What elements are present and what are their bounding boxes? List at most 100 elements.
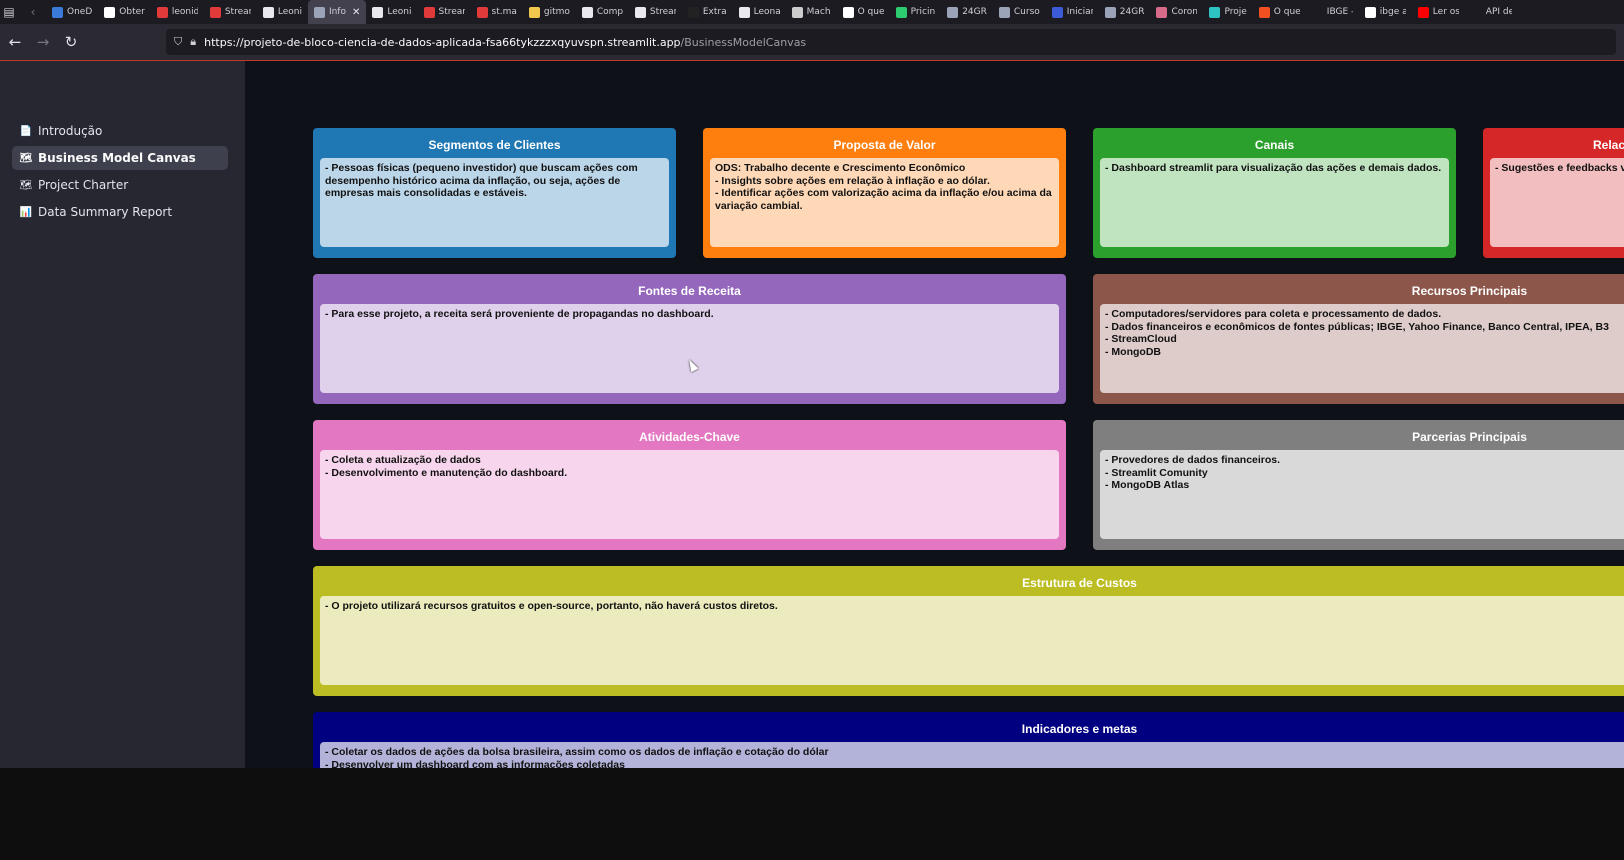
- streamlit-icon: [476, 6, 488, 18]
- block-item: - Sugestões e feedbacks via e: [1495, 162, 1624, 174]
- tab-title: Extra: [702, 7, 727, 17]
- lock-icon[interactable]: 🔒︎: [190, 35, 196, 49]
- tab-title: Iniciar: [1066, 7, 1093, 17]
- streamlit-icon: [423, 6, 435, 18]
- tab-title: IBGE - API: [1326, 7, 1353, 17]
- browser-tab[interactable]: Extra: [682, 0, 733, 24]
- browser-tab[interactable]: ibge a: [1359, 0, 1412, 24]
- browser-tab[interactable]: Proje: [1203, 0, 1252, 24]
- reload-icon[interactable]: ↻: [58, 29, 84, 55]
- tab-title: O que: [857, 7, 884, 17]
- tab-title: ibge a: [1379, 7, 1406, 17]
- canvas-block-atividades-chave: Atividades-Chave - Coleta e atualização …: [313, 420, 1066, 550]
- block-title: Segmentos de Clientes: [428, 138, 561, 152]
- browser-tab[interactable]: Leoni: [257, 0, 308, 24]
- browser-tab[interactable]: IBGE - API: [1306, 0, 1359, 24]
- browser-tab[interactable]: Curso: [993, 0, 1046, 24]
- canvas-block-estrutura-custos: Estrutura de Custos - O projeto utilizar…: [313, 566, 1624, 696]
- circle-icon: [1156, 6, 1168, 18]
- block-title: Recursos Principais: [1411, 284, 1528, 298]
- browser-tab[interactable]: Ler os: [1412, 0, 1465, 24]
- canvas-block-segmentos-clientes: Segmentos de Clientes - Pessoas físicas …: [313, 128, 676, 258]
- tab-title: Stream: [438, 7, 465, 17]
- browser-tab[interactable]: 24GR: [1099, 0, 1151, 24]
- block-item: - Dashboard streamlit para visualização …: [1105, 162, 1442, 174]
- tab-title: OneD: [67, 7, 93, 17]
- browser-tab[interactable]: st.ma: [471, 0, 523, 24]
- browser-tab[interactable]: Coron: [1150, 0, 1203, 24]
- url-text[interactable]: https://projeto-de-bloco-ciencia-de-dado…: [204, 36, 806, 49]
- forward-arrow-icon[interactable]: →: [30, 29, 56, 55]
- none: [1311, 6, 1323, 18]
- tab-title: Leoni: [387, 7, 412, 17]
- block-content: - Coleta e atualização de dados - Desenvo…: [320, 450, 1059, 539]
- browser-tab[interactable]: OneD: [46, 0, 98, 24]
- browser-tab[interactable]: gitmo: [523, 0, 576, 24]
- tab-title: Proje: [1224, 7, 1247, 17]
- tab-title: Ler os: [1432, 7, 1459, 17]
- block-item: - Computadores/servidores para coleta e …: [1105, 308, 1442, 320]
- google-icon: [1364, 6, 1376, 18]
- address-bar[interactable]: ⛉ 🔒︎ https://projeto-de-bloco-ciencia-de…: [166, 29, 1616, 55]
- sidebar-item-data-summary-report[interactable]: 📊 Data Summary Report: [12, 200, 228, 224]
- tab-title: API de: [1485, 7, 1512, 17]
- browser-tab[interactable]: Iniciar: [1046, 0, 1099, 24]
- sidebar-item-business-model-canvas[interactable]: 🗺 Business Model Canvas: [12, 146, 228, 170]
- streamlit-icon: [156, 6, 168, 18]
- sidebar-nav: 📄 Introdução 🗺 Business Model Canvas 🗺 P…: [12, 119, 228, 227]
- block-item: - O projeto utilizará recursos gratuitos…: [325, 600, 778, 612]
- block-content: - Coletar os dados de ações da bolsa bra…: [320, 742, 1624, 768]
- tab-list-icon[interactable]: ▤: [0, 0, 18, 24]
- mk-icon: [791, 6, 803, 18]
- app-icon: [104, 6, 116, 18]
- canvas-block-parcerias-principais: Parcerias Principais - Provedores de dad…: [1093, 420, 1624, 550]
- sidebar-item-label: Data Summary Report: [38, 205, 173, 219]
- onedrive-icon: [52, 6, 63, 18]
- block-title: Canais: [1254, 138, 1295, 152]
- browser-tab[interactable]: Leoni: [366, 0, 417, 24]
- block-item: - Insights sobre ações em relação à infl…: [715, 174, 990, 187]
- globe-icon: [1104, 6, 1116, 18]
- close-tab-icon[interactable]: ✕: [352, 7, 360, 18]
- github-icon: [738, 6, 750, 18]
- browser-tab[interactable]: leonid: [151, 0, 204, 24]
- tab-title: Info: [328, 7, 346, 17]
- tab-title: Leoni: [277, 7, 302, 17]
- tab-title: 24GR: [962, 7, 987, 17]
- browser-tab[interactable]: API de: [1465, 0, 1518, 24]
- sidebar-item-label: Business Model Canvas: [38, 151, 196, 165]
- browser-tab[interactable]: Stream: [629, 0, 682, 24]
- block-item: - Desenvolvimento e manutenção do dashbo…: [325, 466, 568, 479]
- block-item: - StreamCloud: [1105, 333, 1177, 346]
- block-title: Indicadores e metas: [1021, 722, 1138, 736]
- browser-tab[interactable]: O que: [1253, 0, 1306, 24]
- globe-icon: [998, 6, 1010, 18]
- browser-tab[interactable]: Pricin: [890, 0, 942, 24]
- browser-tab[interactable]: 24GR: [941, 0, 993, 24]
- tab-title: Coron: [1171, 7, 1198, 17]
- tab-title: Stream: [224, 7, 251, 17]
- tab-title: Pricin: [910, 7, 936, 17]
- block-content: - O projeto utilizará recursos gratuitos…: [320, 596, 1624, 685]
- browser-tab[interactable]: Info ✕: [307, 0, 367, 24]
- browser-tab[interactable]: Comp: [576, 0, 629, 24]
- tab-title: Mach: [806, 7, 831, 17]
- tab-title: leonid: [171, 7, 198, 17]
- scroll-tabs-left-icon[interactable]: ‹: [24, 0, 42, 24]
- block-content: - Dashboard streamlit para visualização …: [1100, 158, 1449, 247]
- sidebar-item-project-charter[interactable]: 🗺 Project Charter: [12, 173, 228, 197]
- shield-icon[interactable]: ⛉: [174, 35, 182, 49]
- tab-title: st.ma: [491, 7, 517, 17]
- browser-tab[interactable]: Stream: [204, 0, 257, 24]
- block-item: - Desenvolver um dashboard com as inform…: [325, 758, 625, 768]
- browser-tab[interactable]: Stream: [418, 0, 471, 24]
- page-icon: [313, 6, 325, 18]
- browser-tab[interactable]: O que: [837, 0, 890, 24]
- streamlit-icon: [634, 6, 646, 18]
- browser-tab[interactable]: Obter: [98, 0, 151, 24]
- back-arrow-icon[interactable]: ←: [2, 29, 28, 55]
- browser-tab[interactable]: Mach: [786, 0, 837, 24]
- sidebar-item-introducao[interactable]: 📄 Introdução: [12, 119, 228, 143]
- browser-tab[interactable]: Leona: [733, 0, 786, 24]
- page-icon: 📄: [19, 125, 33, 137]
